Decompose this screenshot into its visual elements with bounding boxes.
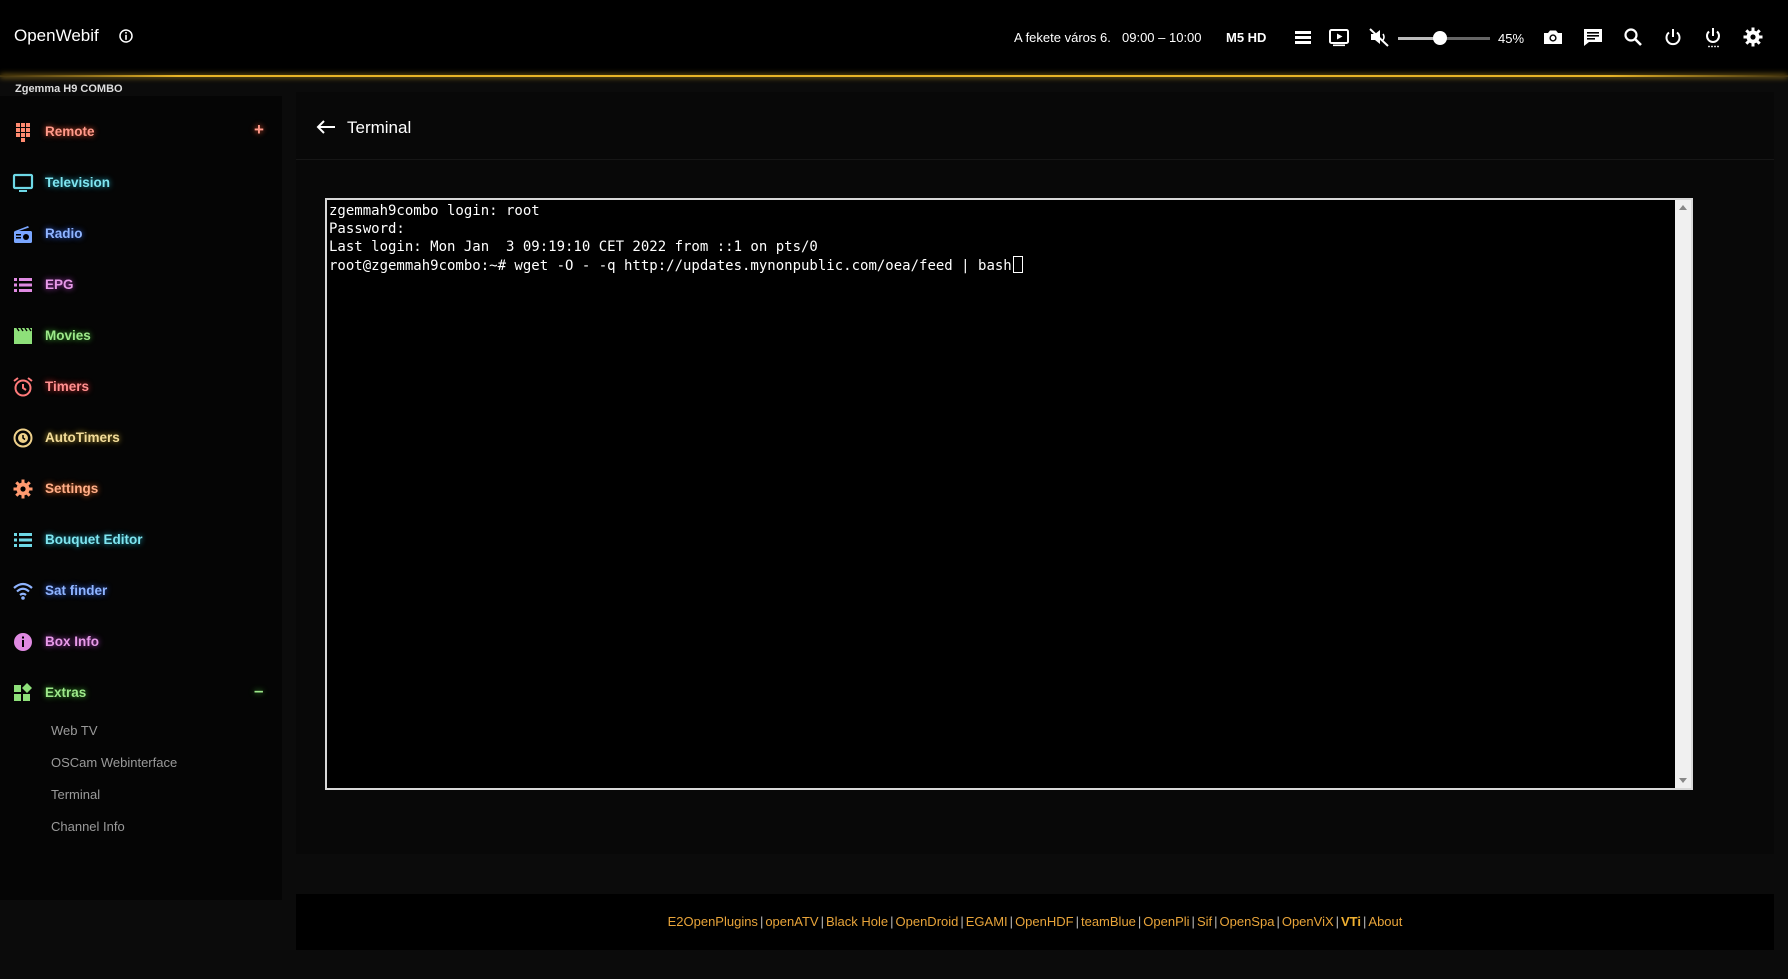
terminal-output[interactable]: zgemmah9combo login: root Password: Last l… — [329, 202, 1023, 275]
widgets-icon — [12, 682, 34, 704]
sidebar-subitem-oscam[interactable]: OSCam Webinterface — [51, 755, 177, 770]
footer-link-black-hole[interactable]: Black Hole — [826, 914, 888, 929]
sidebar-item-box-info[interactable]: Box Info — [0, 621, 282, 661]
terminal-command: root@zgemmah9combo:~# wget -O - -q http:… — [329, 258, 1012, 274]
volume-percent: 45% — [1498, 31, 1525, 46]
footer-link-sif[interactable]: Sif — [1197, 914, 1212, 929]
terminal-scrollbar[interactable] — [1675, 200, 1691, 788]
footer-link-openhdf[interactable]: OpenHDF — [1015, 914, 1074, 929]
sidebar-item-movies[interactable]: Movies — [0, 315, 282, 355]
settings-icon[interactable] — [1742, 26, 1764, 48]
terminal-window[interactable]: zgemmah9combo login: root Password: Last l… — [325, 198, 1693, 790]
footer-link-opendroid[interactable]: OpenDroid — [896, 914, 959, 929]
accent-line — [0, 75, 1788, 77]
channel-name[interactable]: M5 HD — [1226, 30, 1266, 45]
message-icon[interactable] — [1582, 26, 1604, 48]
sidebar-item-label: Box Info — [45, 634, 99, 649]
footer-link-egami[interactable]: EGAMI — [966, 914, 1008, 929]
brand-name[interactable]: OpenWebif — [14, 26, 99, 46]
info-circle-icon — [12, 631, 34, 653]
footer-link-about[interactable]: About — [1368, 914, 1402, 929]
info-icon[interactable] — [118, 28, 134, 44]
page-title: Terminal — [347, 118, 412, 137]
back-arrow-icon[interactable] — [316, 119, 336, 135]
now-time: 09:00 – 10:00 — [1122, 30, 1202, 45]
play-screen-icon[interactable] — [1328, 26, 1350, 48]
top-bar: OpenWebif A fekete város 6. 09:00 – 10:0… — [0, 0, 1788, 77]
expand-plus-icon[interactable]: + — [254, 120, 264, 140]
sidebar-item-label: EPG — [45, 277, 74, 292]
mute-icon[interactable] — [1368, 26, 1390, 48]
list-icon — [12, 274, 34, 296]
collapse-minus-icon[interactable]: – — [254, 681, 263, 701]
sidebar-item-epg[interactable]: EPG — [0, 264, 282, 304]
sidebar-item-sat-finder[interactable]: Sat finder — [0, 570, 282, 610]
footer-link-vti[interactable]: VTi — [1341, 914, 1361, 929]
sidebar-item-label: Movies — [45, 328, 91, 343]
camera-icon[interactable] — [1542, 26, 1564, 48]
sidebar-item-remote[interactable]: Remote + — [0, 111, 282, 151]
sidebar-item-extras[interactable]: Extras – — [0, 672, 282, 712]
tv-icon — [12, 172, 34, 194]
now-program[interactable]: A fekete város 6. — [1014, 30, 1111, 45]
gear-icon — [12, 478, 34, 500]
terminal-cursor — [1012, 256, 1023, 273]
footer-link-openvix[interactable]: OpenViX — [1282, 914, 1334, 929]
page-header: Terminal — [296, 92, 1774, 160]
standby-icon[interactable] — [1702, 26, 1724, 48]
sidebar-item-radio[interactable]: Radio — [0, 213, 282, 253]
volume-thumb[interactable] — [1433, 31, 1447, 45]
sidebar-subitem-web-tv[interactable]: Web TV — [51, 723, 97, 738]
footer-links: E2OpenPlugins | openATV | Black Hole | OpenDro… — [667, 914, 1403, 929]
radio-icon — [12, 223, 34, 245]
sidebar-item-bouquet-editor[interactable]: Bouquet Editor — [0, 519, 282, 559]
terminal-line: zgemmah9combo login: root — [329, 203, 540, 219]
sidebar-subitem-terminal[interactable]: Terminal — [51, 787, 100, 802]
sidebar-item-timers[interactable]: Timers — [0, 366, 282, 406]
footer-link-openspa[interactable]: OpenSpa — [1220, 914, 1275, 929]
sidebar-item-television[interactable]: Television — [0, 162, 282, 202]
movie-icon — [12, 325, 34, 347]
sidebar-item-label: AutoTimers — [45, 430, 120, 445]
scroll-down-icon[interactable] — [1679, 778, 1687, 783]
keypad-icon — [12, 121, 34, 143]
sidebar-item-label: Remote — [45, 124, 95, 139]
sidebar-item-label: Timers — [45, 379, 90, 394]
list-icon — [12, 529, 34, 551]
footer-link-openpli[interactable]: OpenPli — [1143, 914, 1189, 929]
sidebar-item-label: Radio — [45, 226, 83, 241]
sidebar-item-label: Television — [45, 175, 111, 190]
search-icon[interactable] — [1622, 26, 1644, 48]
list-icon[interactable] — [1292, 26, 1314, 48]
footer-link-openatv[interactable]: openATV — [765, 914, 818, 929]
terminal-line: Password: — [329, 221, 405, 237]
wifi-icon — [12, 580, 34, 602]
auto-timer-icon — [12, 427, 34, 449]
terminal-line: Last login: Mon Jan 3 09:19:10 CET 2022 … — [329, 239, 818, 255]
power-icon[interactable] — [1662, 26, 1684, 48]
sidebar-item-label: Extras — [45, 685, 87, 700]
sidebar-subitem-channel-info[interactable]: Channel Info — [51, 819, 125, 834]
sidebar-item-autotimers[interactable]: AutoTimers — [0, 417, 282, 457]
scroll-up-icon[interactable] — [1679, 205, 1687, 210]
alarm-icon — [12, 376, 34, 398]
sidebar-item-label: Sat finder — [45, 583, 108, 598]
main-panel: Terminal zgemmah9combo login: root Passwo… — [296, 92, 1774, 854]
terminal-line-prompt: root@zgemmah9combo:~# wget -O - -q http:… — [329, 256, 1023, 275]
sidebar-item-settings[interactable]: Settings — [0, 468, 282, 508]
box-name: Zgemma H9 COMBO — [15, 83, 123, 95]
footer-link-e2openplugins[interactable]: E2OpenPlugins — [668, 914, 758, 929]
sidebar-item-label: Bouquet Editor — [45, 532, 143, 547]
sidebar-item-label: Settings — [45, 481, 99, 496]
footer: E2OpenPlugins | openATV | Black Hole | OpenDro… — [296, 894, 1774, 950]
footer-link-teamblue[interactable]: teamBlue — [1081, 914, 1136, 929]
